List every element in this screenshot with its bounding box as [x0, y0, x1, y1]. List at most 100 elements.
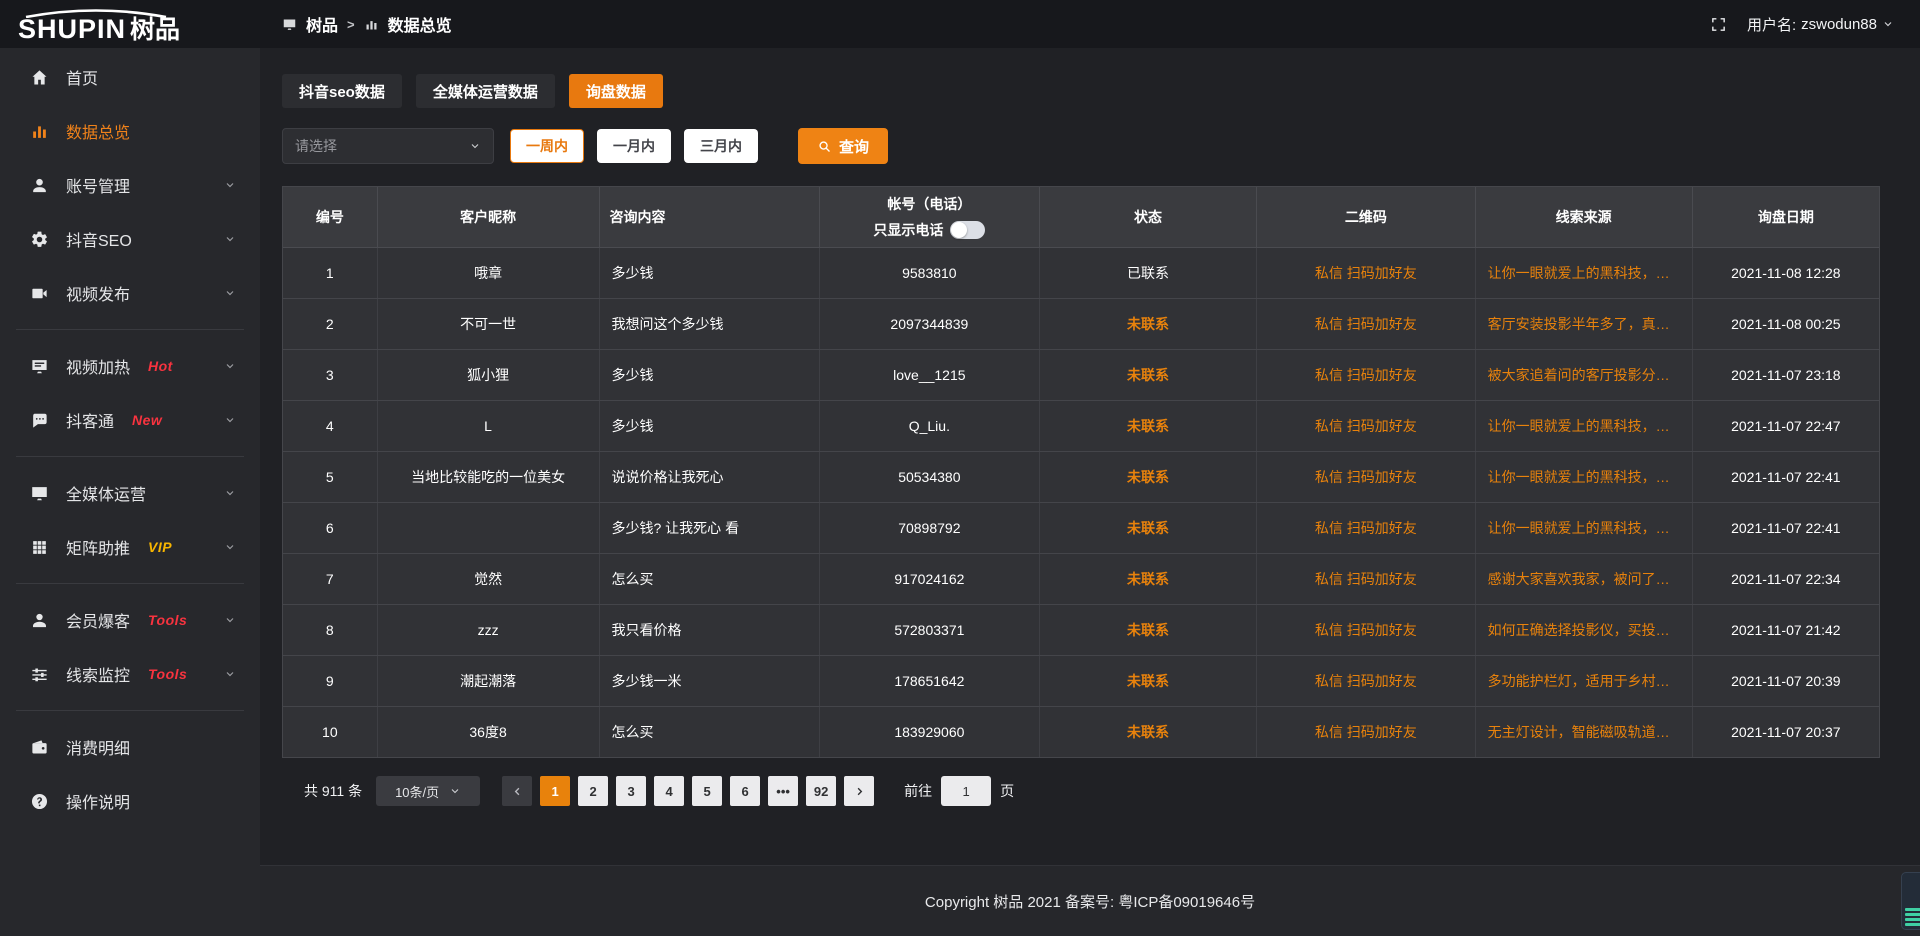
page-button-3[interactable]: 3 — [616, 776, 646, 806]
cell-account: 9583810 — [819, 248, 1039, 299]
main-content: 抖音seo数据全媒体运营数据询盘数据 请选择 一周内一月内三月内 查询 — [260, 48, 1920, 806]
sidebar-item-matrix-boost[interactable]: 矩阵助推VIP — [0, 520, 260, 574]
qr-scan-add-link[interactable]: 扫码加好友 — [1347, 724, 1417, 740]
cell-date: 2021-11-07 21:42 — [1692, 605, 1879, 656]
sidebar-item-label: 会员爆客 — [66, 608, 130, 632]
cell-source-link[interactable]: 被大家追着问的客厅投影分享... — [1475, 350, 1692, 401]
cell-date: 2021-11-07 20:37 — [1692, 707, 1879, 758]
page-button-4[interactable]: 4 — [654, 776, 684, 806]
sidebar-item-label: 消费明细 — [66, 735, 130, 759]
cell-content: 我只看价格 — [599, 605, 819, 656]
qr-scan-add-link[interactable]: 扫码加好友 — [1347, 367, 1417, 383]
column-header-4: 状态 — [1039, 187, 1256, 248]
sidebar-item-operation-guide[interactable]: 操作说明 — [0, 774, 260, 828]
qr-scan-add-link[interactable]: 扫码加好友 — [1347, 418, 1417, 434]
qr-scan-add-link[interactable]: 扫码加好友 — [1347, 673, 1417, 689]
qr-private-msg-link[interactable]: 私信 — [1315, 622, 1343, 638]
breadcrumb-root[interactable]: 树品 — [306, 12, 338, 36]
cell-source-link[interactable]: 多功能护栏灯，适用于乡村文... — [1475, 656, 1692, 707]
cell-date: 2021-11-07 23:18 — [1692, 350, 1879, 401]
gear-icon — [30, 230, 49, 249]
page-size-select[interactable]: 10条/页 — [376, 776, 480, 806]
chevron-down-icon — [224, 487, 236, 499]
qr-private-msg-link[interactable]: 私信 — [1315, 724, 1343, 740]
tab-douyin-seo-data[interactable]: 抖音seo数据 — [282, 74, 402, 108]
cell-source-link[interactable]: 让你一眼就爱上的黑科技，能... — [1475, 248, 1692, 299]
chevron-right-icon — [854, 786, 865, 797]
cell-source-link[interactable]: 让你一眼就爱上的黑科技，能... — [1475, 452, 1692, 503]
page-button-2[interactable]: 2 — [578, 776, 608, 806]
column-header-6: 线索来源 — [1475, 187, 1692, 248]
prev-page-button[interactable] — [502, 776, 532, 806]
cell-source-link[interactable]: 让你一眼就爱上的黑科技，能... — [1475, 503, 1692, 554]
sidebar-item-douyin-seo[interactable]: 抖音SEO — [0, 212, 260, 266]
qr-scan-add-link[interactable]: 扫码加好友 — [1347, 316, 1417, 332]
cell-source-link[interactable]: 让你一眼就爱上的黑科技，能... — [1475, 401, 1692, 452]
qr-scan-add-link[interactable]: 扫码加好友 — [1347, 265, 1417, 281]
cell-source-link[interactable]: 感谢大家喜欢我家，被问了好... — [1475, 554, 1692, 605]
user-icon — [30, 176, 49, 195]
qr-private-msg-link[interactable]: 私信 — [1315, 265, 1343, 281]
sidebar-item-lead-monitor[interactable]: 线索监控Tools — [0, 647, 260, 701]
tab-inquiry-data[interactable]: 询盘数据 — [569, 74, 663, 108]
breadcrumb-current[interactable]: 数据总览 — [388, 12, 452, 36]
table-row: 7觉然怎么买917024162未联系私信 扫码加好友感谢大家喜欢我家，被问了好.… — [283, 554, 1879, 605]
qr-private-msg-link[interactable]: 私信 — [1315, 367, 1343, 383]
topbar-right: 用户名: zswodun88 — [1710, 14, 1894, 35]
period-button-0[interactable]: 一周内 — [510, 129, 584, 163]
qr-private-msg-link[interactable]: 私信 — [1315, 316, 1343, 332]
cell-source-link[interactable]: 如何正确选择投影仪，买投影... — [1475, 605, 1692, 656]
cell-source-link[interactable]: 无主灯设计，智能磁吸轨道灯... — [1475, 707, 1692, 758]
cell-account: 183929060 — [819, 707, 1039, 758]
goto-page-input[interactable] — [941, 776, 991, 806]
page-button-92[interactable]: 92 — [806, 776, 836, 806]
qr-scan-add-link[interactable]: 扫码加好友 — [1347, 571, 1417, 587]
data-tabs: 抖音seo数据全媒体运营数据询盘数据 — [282, 74, 1880, 108]
filter-select[interactable]: 请选择 — [282, 128, 494, 164]
qr-scan-add-link[interactable]: 扫码加好友 — [1347, 469, 1417, 485]
inquiry-table-panel: 编号客户昵称咨询内容帐号（电话）只显示电话状态二维码线索来源询盘日期 1哦章多少… — [282, 186, 1880, 758]
table-row: 6多少钱? 让我死心 看70898792未联系私信 扫码加好友让你一眼就爱上的黑… — [283, 503, 1879, 554]
sidebar-item-expense-detail[interactable]: 消费明细 — [0, 720, 260, 774]
qr-private-msg-link[interactable]: 私信 — [1315, 418, 1343, 434]
phone-only-toggle[interactable] — [950, 221, 985, 239]
filter-select-placeholder: 请选择 — [295, 136, 337, 156]
inquiry-table: 编号客户昵称咨询内容帐号（电话）只显示电话状态二维码线索来源询盘日期 1哦章多少… — [283, 187, 1879, 757]
qr-private-msg-link[interactable]: 私信 — [1315, 520, 1343, 536]
query-button[interactable]: 查询 — [798, 128, 888, 164]
sidebar-item-account-manage[interactable]: 账号管理 — [0, 158, 260, 212]
page-button-5[interactable]: 5 — [692, 776, 722, 806]
sidebar-item-omnimedia-ops[interactable]: 全媒体运营 — [0, 466, 260, 520]
sidebar-item-video-heat[interactable]: 视频加热Hot — [0, 339, 260, 393]
chevron-down-icon — [224, 360, 236, 372]
floating-widget[interactable] — [1901, 872, 1920, 930]
page-button-1[interactable]: 1 — [540, 776, 570, 806]
period-button-2[interactable]: 三月内 — [684, 129, 758, 163]
sidebar-divider — [16, 583, 244, 584]
page-body: 首页数据总览账号管理抖音SEO视频发布视频加热Hot抖客通New 全媒体运营矩阵助… — [0, 48, 1920, 936]
sidebar-item-video-publish[interactable]: 视频发布 — [0, 266, 260, 320]
user-menu[interactable]: 用户名: zswodun88 — [1747, 14, 1894, 35]
sidebar-item-member-burst[interactable]: 会员爆客Tools — [0, 593, 260, 647]
qr-scan-add-link[interactable]: 扫码加好友 — [1347, 520, 1417, 536]
page-ellipsis-button[interactable]: ••• — [768, 776, 798, 806]
fullscreen-icon[interactable] — [1710, 16, 1727, 33]
table-row: 5当地比较能吃的一位美女说说价格让我死心50534380未联系私信 扫码加好友让… — [283, 452, 1879, 503]
qr-private-msg-link[interactable]: 私信 — [1315, 673, 1343, 689]
cell-source-link[interactable]: 客厅安装投影半年多了，真实... — [1475, 299, 1692, 350]
qr-private-msg-link[interactable]: 私信 — [1315, 469, 1343, 485]
cell-nickname: L — [377, 401, 599, 452]
period-button-1[interactable]: 一月内 — [597, 129, 671, 163]
qr-scan-add-link[interactable]: 扫码加好友 — [1347, 622, 1417, 638]
sidebar-item-home[interactable]: 首页 — [0, 50, 260, 104]
sidebar-item-data-overview[interactable]: 数据总览 — [0, 104, 260, 158]
next-page-button[interactable] — [844, 776, 874, 806]
table-header: 编号客户昵称咨询内容帐号（电话）只显示电话状态二维码线索来源询盘日期 — [283, 187, 1879, 248]
qr-private-msg-link[interactable]: 私信 — [1315, 571, 1343, 587]
page-button-6[interactable]: 6 — [730, 776, 760, 806]
cell-no: 9 — [283, 656, 377, 707]
sidebar-item-douketong[interactable]: 抖客通New — [0, 393, 260, 447]
tab-omnimedia-data[interactable]: 全媒体运营数据 — [416, 74, 555, 108]
cell-no: 10 — [283, 707, 377, 758]
sidebar-divider — [16, 456, 244, 457]
